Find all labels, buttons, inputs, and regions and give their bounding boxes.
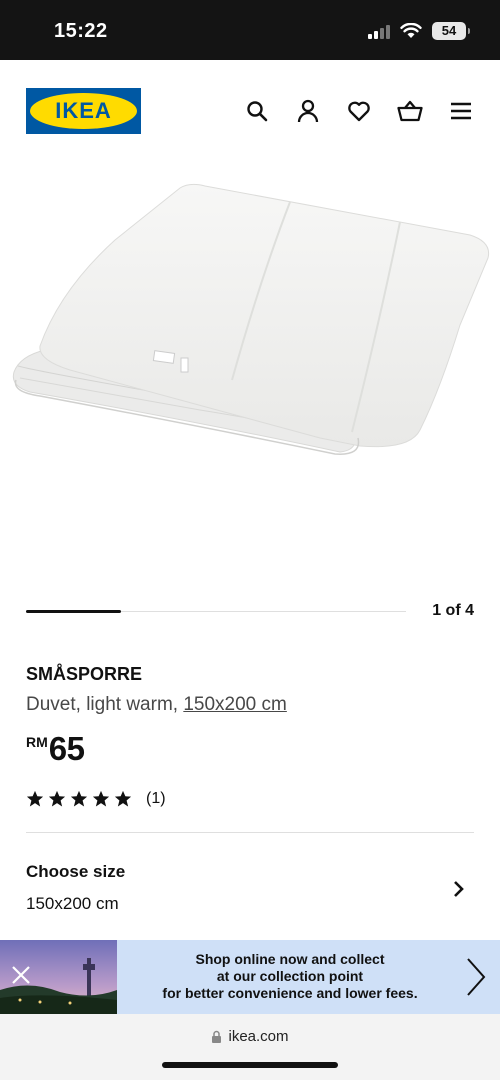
url-text: ikea.com <box>228 1028 289 1045</box>
chevron-right-icon[interactable] <box>464 956 488 998</box>
battery-icon: 54 <box>432 22 470 40</box>
basket-icon[interactable] <box>397 98 423 124</box>
star-icon <box>48 790 66 807</box>
product-description-text: Duvet, light warm, <box>26 694 184 715</box>
duvet-illustration <box>12 183 490 455</box>
choose-size-row[interactable]: Choose size 150x200 cm <box>0 845 500 935</box>
divider <box>26 832 474 833</box>
header-icons <box>244 98 474 124</box>
home-indicator[interactable] <box>162 1062 338 1068</box>
rating-stars <box>26 790 132 808</box>
rating-count: (1) <box>146 790 166 807</box>
logo-text: IKEA <box>55 98 112 123</box>
chevron-right-icon <box>454 881 464 897</box>
status-bar: 15:22 54 <box>0 0 500 60</box>
close-icon[interactable] <box>10 964 32 986</box>
product-size-link[interactable]: 150x200 cm <box>183 694 287 715</box>
product-name: SMÅSPORRE <box>26 664 143 684</box>
cellular-signal-icon <box>368 23 390 39</box>
star-icon <box>70 790 88 807</box>
star-icon <box>114 790 132 807</box>
banner-line-2: at our collection point <box>216 968 364 984</box>
heart-icon[interactable] <box>346 98 372 124</box>
search-icon[interactable] <box>244 98 270 124</box>
star-icon <box>26 790 44 807</box>
promo-banner[interactable]: Shop online now and collect at our colle… <box>0 940 500 1014</box>
choose-size-value: 150x200 cm <box>26 894 119 913</box>
wifi-icon <box>400 23 422 38</box>
product-description: Duvet, light warm, 150x200 cm <box>26 694 287 716</box>
url-display[interactable]: ikea.com <box>0 1028 500 1045</box>
image-pager: 1 of 4 <box>26 598 474 628</box>
price-value: 65 <box>48 730 85 767</box>
site-header: IKEA <box>0 60 500 160</box>
price-currency: RM <box>26 734 48 750</box>
lock-icon <box>212 1030 222 1043</box>
account-icon[interactable] <box>295 98 321 124</box>
menu-icon[interactable] <box>448 98 474 124</box>
pager-counter: 1 of 4 <box>432 602 474 619</box>
product-price: RM 65 <box>26 730 85 768</box>
banner-line-3: for better convenience and lower fees. <box>162 985 418 1001</box>
banner-text: Shop online now and collect at our colle… <box>130 951 450 1002</box>
product-image[interactable] <box>0 160 500 580</box>
browser-url-bar[interactable]: ikea.com <box>0 1014 500 1080</box>
ikea-logo[interactable]: IKEA <box>26 88 141 134</box>
star-icon <box>92 790 110 807</box>
status-indicators: 54 <box>368 22 470 40</box>
status-time: 15:22 <box>54 20 108 42</box>
banner-line-1: Shop online now and collect <box>195 951 385 967</box>
product-rating[interactable]: (1) <box>26 790 166 808</box>
pager-progress <box>26 610 121 613</box>
logo-oval: IKEA <box>30 93 137 129</box>
choose-size-title: Choose size <box>26 862 126 881</box>
